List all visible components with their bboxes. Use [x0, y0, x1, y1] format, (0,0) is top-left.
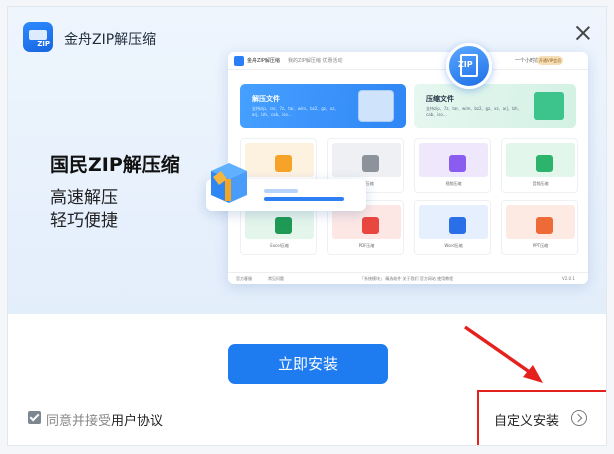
tool-card-bg	[419, 143, 488, 177]
preview-footer: 官方客服 常见问题 「系统模块」 精选软件 关于我们 官方网站 使用教程 V2.…	[228, 272, 588, 284]
progress-bar-fill	[264, 197, 344, 201]
zip-package-icon	[211, 163, 247, 203]
preview-compress-desc: 支持zip、7z、tar、wim、bz2、gz、xz、arj、lzh、cab、i…	[426, 106, 522, 117]
tool-file-icon	[275, 217, 292, 234]
agreement-label: 同意并接受用户协议	[46, 410, 163, 429]
progress-bar-track	[264, 189, 298, 193]
preview-tool-card: 视频压缩	[414, 138, 491, 193]
zip-file-icon: ZIP	[446, 43, 492, 89]
preview-version: V2.0.1	[562, 276, 575, 281]
preview-extract-title: 解压文件	[252, 95, 280, 103]
preview-tool-card: PPT压缩	[501, 200, 578, 255]
tool-file-icon	[449, 155, 466, 172]
tool-file-icon	[362, 155, 379, 172]
tool-card-bg	[506, 205, 575, 239]
preview-extract-desc: 支持zip、rar、7z、tar、wim、bz2、gz、xz、arj、lzh、c…	[252, 106, 339, 117]
tool-file-icon	[275, 155, 292, 172]
preview-compress-title: 压缩文件	[426, 95, 454, 103]
preview-vip-badge: 开通VIP会员	[537, 56, 563, 65]
tool-card-label: Word压缩	[444, 243, 463, 248]
installer-window: ZIP 金舟ZIP解压缩 国民ZIP解压缩 高速解压 轻巧便捷 金舟ZIP解压缩…	[7, 6, 607, 446]
close-icon[interactable]	[574, 24, 592, 42]
tool-card-bg	[419, 205, 488, 239]
preview-tool-card: 音频压缩	[501, 138, 578, 193]
hero-subtitle-line: 轻巧便捷	[50, 211, 118, 231]
tool-card-label: Excel压缩	[270, 243, 289, 248]
tool-card-bg	[332, 143, 401, 177]
app-logo-icon: ZIP	[23, 22, 53, 52]
tool-card-label: 视频压缩	[445, 181, 462, 186]
folder-icon	[534, 92, 564, 120]
preview-footer-item: 常见问题	[268, 276, 284, 281]
preview-titlebar: 金舟ZIP解压缩 我的ZIP解压缩 优惠活动 一个小时前登录 开通VIP会员	[228, 52, 588, 70]
preview-tabs: 我的ZIP解压缩 优惠活动	[288, 58, 343, 64]
preview-compress-panel: 压缩文件 支持zip、7z、tar、wim、bz2、gz、xz、arj、lzh、…	[414, 84, 576, 128]
hero-title: 国民ZIP解压缩	[50, 154, 180, 176]
tool-card-bg	[506, 143, 575, 177]
agreement-checkbox[interactable]	[28, 411, 41, 424]
tool-card-label: PDF压缩	[358, 243, 375, 248]
tool-card-label: 音频压缩	[532, 181, 549, 186]
red-pointer-arrow	[463, 325, 543, 383]
tool-card-label: PPT压缩	[532, 243, 549, 248]
tool-file-icon	[536, 155, 553, 172]
hero-subtitle-line: 高速解压	[50, 188, 118, 208]
open-box-icon	[358, 90, 394, 122]
user-agreement-link[interactable]: 用户协议	[111, 414, 163, 429]
tool-file-icon	[449, 217, 466, 234]
tool-card-bg	[245, 143, 314, 177]
red-highlight-box	[477, 390, 606, 445]
install-now-button[interactable]: 立即安装	[228, 344, 388, 384]
preview-footer-links: 「系统模块」 精选软件 关于我们 官方网站 使用教程	[360, 276, 454, 281]
agreement-prefix: 同意并接受	[46, 414, 112, 429]
preview-tool-card: Word压缩	[414, 200, 491, 255]
preview-logo-icon	[234, 56, 244, 66]
tool-file-icon	[536, 217, 553, 234]
window-title: 金舟ZIP解压缩	[64, 32, 157, 48]
tool-file-icon	[362, 217, 379, 234]
app-preview-image: 金舟ZIP解压缩 我的ZIP解压缩 优惠活动 一个小时前登录 开通VIP会员 解…	[228, 52, 588, 284]
hero-subtitle: 高速解压 轻巧便捷	[50, 187, 190, 233]
preview-app-name: 金舟ZIP解压缩	[247, 58, 280, 64]
preview-footer-item: 官方客服	[236, 276, 252, 281]
preview-extract-panel: 解压文件 支持zip、rar、7z、tar、wim、bz2、gz、xz、arj、…	[240, 84, 406, 128]
hero-banner: ZIP 金舟ZIP解压缩 国民ZIP解压缩 高速解压 轻巧便捷 金舟ZIP解压缩…	[8, 7, 606, 314]
